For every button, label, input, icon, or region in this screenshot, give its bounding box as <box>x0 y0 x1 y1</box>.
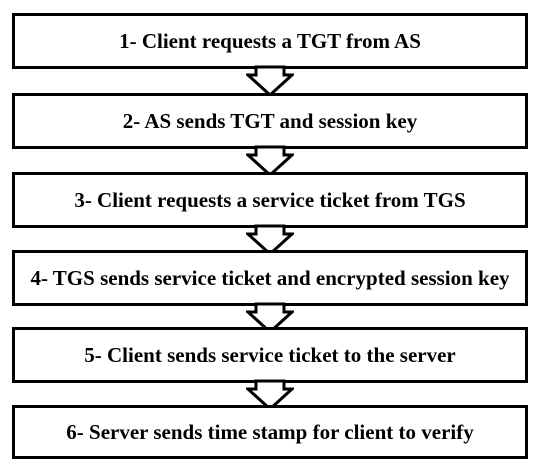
step-5-box: 5- Client sends service ticket to the se… <box>12 327 528 383</box>
step-2-box: 2- AS sends TGT and session key <box>12 93 528 149</box>
step-3-box: 3- Client requests a service ticket from… <box>12 172 528 228</box>
step-5-label: 5- Client sends service ticket to the se… <box>84 343 456 367</box>
step-6-label: 6- Server sends time stamp for client to… <box>66 420 474 444</box>
step-2-label: 2- AS sends TGT and session key <box>122 109 418 133</box>
step-3-label: 3- Client requests a service ticket from… <box>74 188 466 212</box>
step-4-label: 4- TGS sends service ticket and encrypte… <box>30 266 510 290</box>
step-4-box: 4- TGS sends service ticket and encrypte… <box>12 250 528 306</box>
step-1-label: 1- Client requests a TGT from AS <box>119 29 421 53</box>
step-1-box: 1- Client requests a TGT from AS <box>12 13 528 69</box>
step-6-box: 6- Server sends time stamp for client to… <box>12 405 528 459</box>
